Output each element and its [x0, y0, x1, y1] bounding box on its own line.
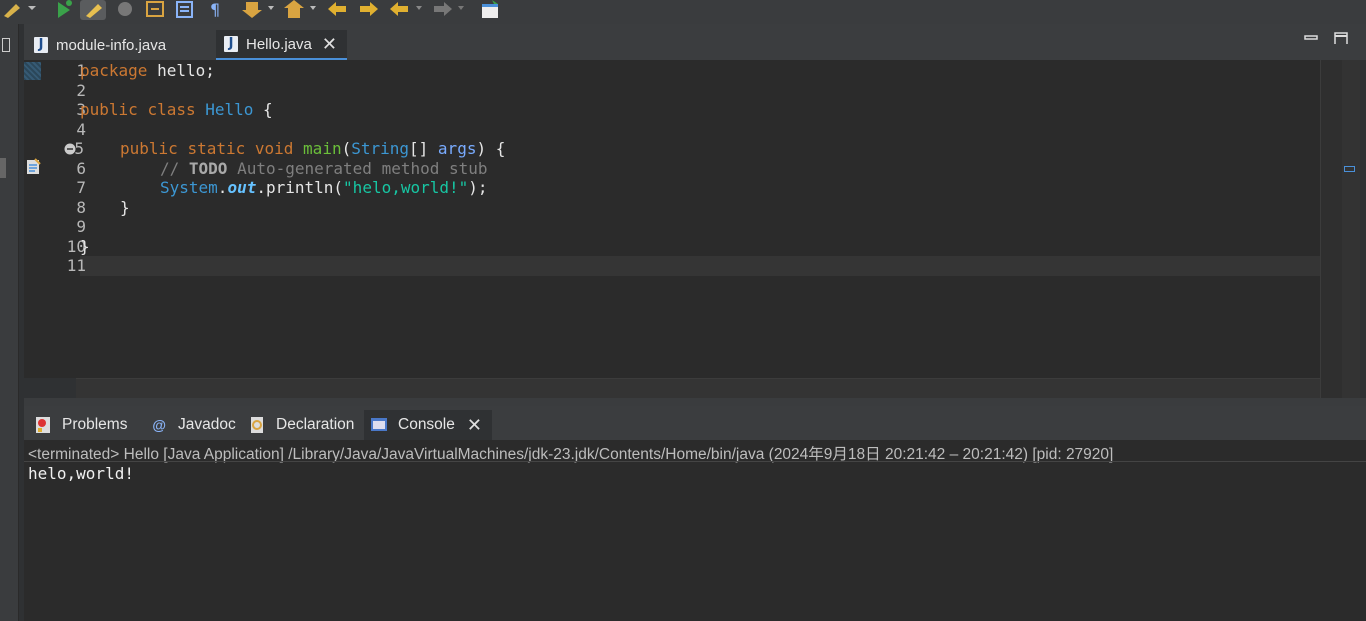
vertical-scrollbar[interactable] — [1320, 60, 1343, 398]
panel-sash[interactable] — [24, 398, 1366, 406]
fold-collapse-icon[interactable] — [64, 143, 76, 155]
last-edit-location-icon[interactable] — [326, 0, 350, 18]
bookmark-marker — [24, 62, 41, 80]
tab-console[interactable]: Console ✕ — [364, 410, 492, 440]
close-tab-icon[interactable]: ✕ — [467, 416, 482, 434]
tab-problems[interactable]: Problems — [28, 410, 133, 440]
minimize-icon[interactable] — [1304, 32, 1318, 44]
console-output: helo,world! — [28, 464, 134, 483]
main-toolbar: ¶ — [0, 0, 1366, 24]
problems-icon — [34, 416, 52, 434]
java-file-icon: J — [34, 37, 48, 53]
highlight-toggle[interactable] — [80, 0, 106, 20]
new-window-icon[interactable] — [480, 0, 502, 18]
code-line-5: public static void main(String[] args) { — [120, 139, 506, 158]
close-tab-icon[interactable]: ✕ — [322, 35, 337, 53]
next-annotation-icon[interactable] — [242, 0, 276, 18]
task-marker-icon[interactable] — [26, 158, 42, 176]
tab-hello-java[interactable]: J Hello.java ✕ — [216, 30, 347, 60]
tab-label: Javadoc — [178, 416, 236, 433]
debug-icon[interactable] — [114, 0, 136, 18]
restore-icon[interactable] — [2, 38, 10, 52]
forward-icon[interactable] — [430, 0, 466, 18]
line-number: 6 — [76, 159, 86, 178]
java-file-icon: J — [224, 36, 238, 52]
code-editor[interactable]: 1 2 3 4 5 6 7 8 9 10 11 package hello; p… — [24, 60, 1344, 378]
back-icon[interactable] — [388, 0, 424, 18]
overview-ruler[interactable] — [1342, 60, 1360, 398]
previous-annotation-icon[interactable] — [284, 0, 318, 18]
svg-text:¶: ¶ — [210, 0, 220, 18]
highlight-icon — [86, 4, 102, 18]
tab-label: Declaration — [276, 416, 355, 433]
line-number: 8 — [76, 198, 86, 217]
line-number: 9 — [76, 217, 86, 236]
tab-declaration[interactable]: Declaration — [242, 410, 360, 440]
console-icon — [370, 416, 388, 434]
code-line-3: public class Hello { — [80, 100, 273, 119]
maximize-icon[interactable] — [1334, 32, 1348, 44]
pen-tool-icon[interactable] — [2, 0, 38, 18]
left-side-trim — [0, 24, 19, 621]
run-icon[interactable] — [52, 0, 74, 18]
line-number: 11 — [66, 256, 86, 275]
horizontal-scrollbar[interactable] — [76, 378, 1320, 399]
tab-label: Problems — [62, 416, 128, 433]
javadoc-icon: @ — [152, 417, 166, 433]
trim-marker — [0, 158, 6, 178]
tab-label: Hello.java — [246, 35, 312, 53]
editor-tab-bar: J module-info.java J Hello.java ✕ — [24, 24, 1366, 60]
task-overview-marker[interactable] — [1344, 166, 1355, 172]
tab-label: Console — [398, 416, 455, 433]
line-number: 4 — [76, 120, 86, 139]
forward-edit-icon[interactable] — [356, 0, 380, 18]
code-line-8: } — [120, 198, 130, 217]
console-view[interactable]: <terminated> Hello [Java Application] /L… — [24, 440, 1366, 621]
line-number: 2 — [76, 81, 86, 100]
pilcrow-icon[interactable]: ¶ — [206, 0, 228, 18]
open-type-icon[interactable] — [144, 0, 166, 18]
code-line-10: } — [80, 237, 90, 256]
declaration-icon — [248, 416, 266, 434]
panel-tab-bar: Problems @ Javadoc Declaration Console ✕ — [24, 406, 1366, 440]
current-line-highlight — [80, 256, 1320, 276]
editor-window-controls — [1304, 32, 1348, 44]
outline-icon[interactable] — [174, 0, 196, 18]
code-line-1: package hello; — [80, 61, 215, 80]
line-number: 7 — [76, 178, 86, 197]
code-line-7: System.out.println("helo,world!"); — [160, 178, 488, 197]
tab-label: module-info.java — [56, 36, 167, 54]
tab-javadoc[interactable]: @ Javadoc — [144, 410, 242, 440]
code-line-6: // TODO Auto-generated method stub — [160, 159, 488, 178]
divider — [24, 461, 1366, 462]
tab-module-info[interactable]: J module-info.java — [34, 30, 166, 60]
